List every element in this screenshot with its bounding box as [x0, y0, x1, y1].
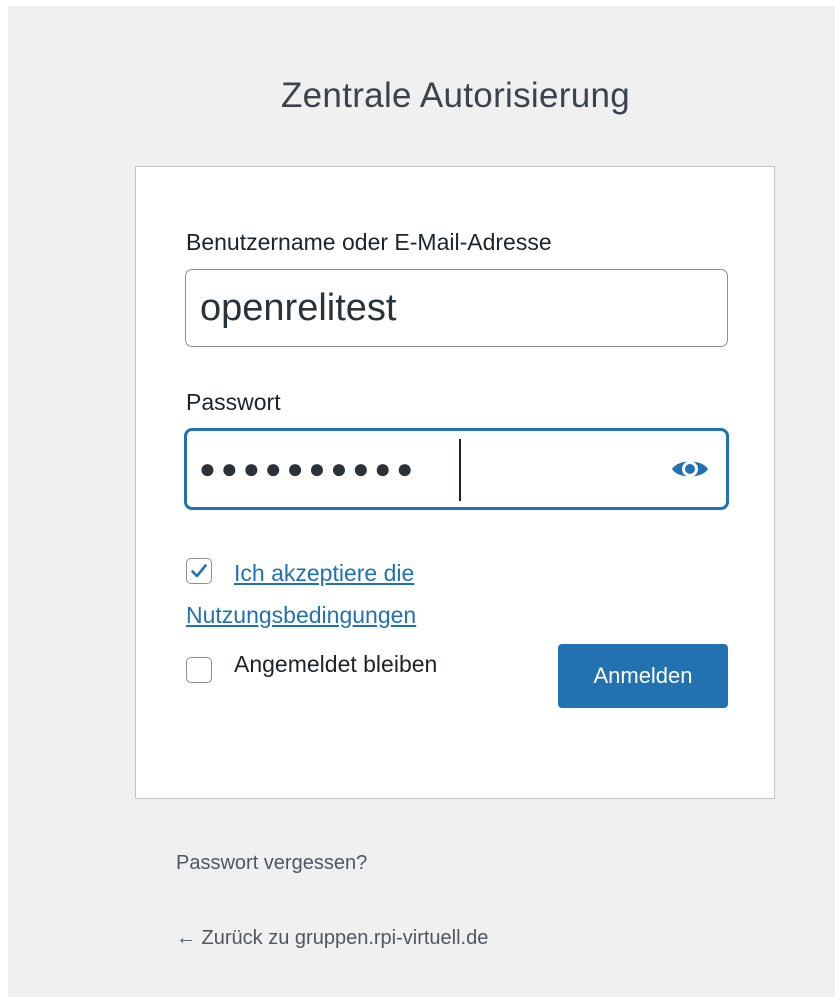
eye-icon	[672, 461, 708, 477]
remember-me-label: Angemeldet bleiben	[234, 651, 438, 677]
password-label: Passwort	[186, 389, 281, 415]
username-field[interactable]: openrelitest	[185, 269, 728, 347]
text-caret	[459, 439, 461, 501]
back-to-site-link[interactable]: ← Zurück zu gruppen.rpi-virtuell.de	[176, 927, 488, 950]
lost-password-link[interactable]: Passwort vergessen?	[176, 852, 367, 875]
terms-link[interactable]: Ich akzeptiere die Nutzungsbedingungen	[186, 552, 546, 636]
username-label: Benutzername oder E-Mail-Adresse	[186, 229, 552, 255]
password-masked-value: ●●●●●●●●●●	[199, 453, 419, 484]
remember-me-checkbox[interactable]	[186, 657, 212, 683]
show-password-button[interactable]	[668, 451, 712, 487]
password-field[interactable]: ●●●●●●●●●●	[185, 429, 728, 509]
login-page: Zentrale Autorisierung Benutzername oder…	[8, 6, 835, 997]
page-title: Zentrale Autorisierung	[280, 76, 630, 115]
login-form: Benutzername oder E-Mail-Adresse openrel…	[135, 166, 775, 799]
login-button[interactable]: Anmelden	[558, 644, 728, 708]
